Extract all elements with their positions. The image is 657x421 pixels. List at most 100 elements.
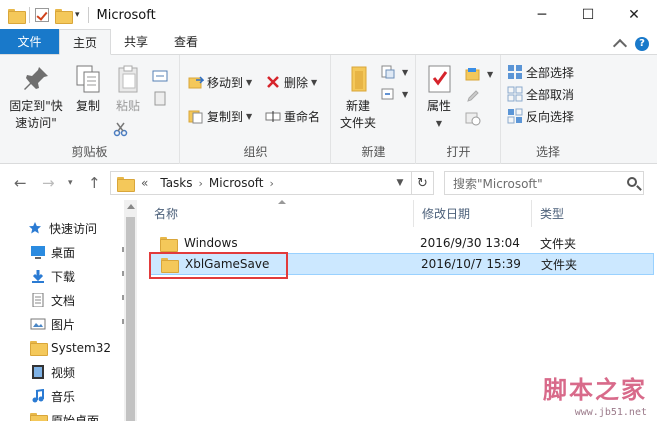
select-all-icon [507, 64, 523, 80]
new-item-icon [380, 64, 396, 80]
highlight-box [149, 252, 288, 279]
maximize-button[interactable]: ☐ [565, 0, 611, 30]
scissors-icon [113, 121, 129, 137]
delete-button[interactable]: 删除 ▼ [265, 71, 317, 93]
nav-item-label: 桌面 [51, 245, 76, 260]
properties-icon[interactable] [35, 8, 49, 22]
new-folder-icon [342, 63, 374, 95]
scroll-thumb[interactable] [126, 217, 135, 421]
nav-item-desktop[interactable]: 桌面 [30, 240, 128, 264]
column-type[interactable]: 类型 [532, 200, 657, 227]
nav-item-music[interactable]: 音乐 [30, 384, 128, 408]
search-input[interactable]: 搜索"Microsoft" [444, 171, 644, 195]
window-title: Microsoft [96, 7, 156, 23]
nav-quick-access[interactable]: 快速访问 [28, 216, 126, 240]
column-modified[interactable]: 修改日期 [414, 200, 532, 227]
nav-quick-access-label: 快速访问 [49, 221, 98, 236]
pin-to-quick-access-button[interactable]: 固定到"快 速访问" [8, 63, 64, 132]
nav-item-downloads[interactable]: 下载 [30, 264, 128, 288]
breadcrumb-overflow[interactable]: « [141, 176, 148, 190]
back-icon[interactable]: ← [14, 174, 27, 192]
cut-button[interactable] [113, 118, 132, 140]
breadcrumb-separator[interactable]: › [270, 177, 274, 190]
select-none-button[interactable]: 全部取消 [507, 83, 574, 105]
invert-selection-button[interactable]: 反向选择 [507, 105, 574, 127]
nav-item-videos[interactable]: 视频 [30, 360, 128, 384]
tab-home[interactable]: 主页 [59, 29, 112, 55]
picture-icon [30, 317, 46, 331]
ribbon-tabs: 文件 主页 共享 查看 ? [0, 29, 657, 55]
nav-item-pictures[interactable]: 图片 [30, 312, 128, 336]
open-group-label: 打开 [446, 145, 471, 159]
table-row[interactable]: Windows 2016/9/30 13:04 文件夹 [150, 232, 654, 254]
move-to-button[interactable]: 移动到 ▼ [188, 71, 252, 93]
pin-label-line1: 固定到"快 [9, 99, 63, 113]
breadcrumb-separator[interactable]: › [199, 177, 203, 190]
select-none-icon [507, 86, 523, 102]
watermark-url: www.jb51.net [574, 407, 647, 418]
close-button[interactable]: ✕ [611, 0, 657, 30]
title-bar: ▾ Microsoft ─ ☐ ✕ [0, 0, 657, 30]
navigation-pane: 快速访问 桌面 下载 文档 图片 System32 视频 音乐 原始桌面 [0, 200, 138, 421]
file-date: 2016/10/7 15:39 [421, 257, 521, 271]
select-all-button[interactable]: 全部选择 [507, 61, 574, 83]
copy-to-icon [188, 108, 204, 124]
nav-item-label: 下载 [51, 269, 76, 284]
minimize-button[interactable]: ─ [519, 0, 565, 30]
rename-icon [265, 108, 281, 124]
easy-access-button[interactable]: ▼ [380, 83, 408, 105]
new-folder-label-line1: 新建 [345, 99, 370, 113]
recent-locations-icon[interactable]: ▾ [68, 178, 73, 188]
paste-button[interactable]: 粘贴 [110, 63, 146, 115]
tab-view[interactable]: 查看 [161, 29, 211, 54]
search-placeholder: 搜索"Microsoft" [453, 176, 543, 191]
paste-shortcut-button[interactable] [152, 87, 171, 109]
properties-button[interactable]: 属性 ▼ [421, 63, 457, 132]
organize-group: 移动到 ▼ 删除 ▼ 复制到 ▼ 重命名 组织 [181, 55, 331, 164]
select-all-label: 全部选择 [526, 65, 575, 80]
folder-icon [117, 176, 135, 192]
copy-path-icon [152, 68, 168, 84]
search-icon[interactable] [627, 177, 637, 187]
edit-button[interactable] [465, 85, 484, 107]
help-icon[interactable]: ? [635, 36, 649, 51]
new-group-label: 新建 [361, 145, 386, 159]
nav-scrollbar[interactable] [124, 200, 137, 421]
up-icon[interactable]: ↑ [88, 174, 101, 192]
copy-path-button[interactable] [152, 65, 171, 87]
organize-group-label: 组织 [243, 145, 268, 159]
copy-to-button[interactable]: 复制到 ▼ [188, 105, 252, 127]
rename-label: 重命名 [284, 109, 321, 124]
paste-shortcut-icon [152, 90, 168, 106]
address-dropdown[interactable]: ▼ [389, 178, 411, 188]
customize-toolbar-dropdown[interactable]: ▾ [75, 10, 80, 20]
nav-item-system32[interactable]: System32 [30, 336, 128, 360]
rename-button[interactable]: 重命名 [265, 105, 320, 127]
file-date: 2016/9/30 13:04 [420, 236, 520, 250]
forward-icon[interactable]: → [42, 174, 55, 192]
address-bar[interactable]: « Tasks › Microsoft › ▼ ↻ [110, 171, 434, 195]
copy-to-label: 复制到 [207, 109, 244, 124]
nav-item-documents[interactable]: 文档 [30, 288, 128, 312]
breadcrumb-tasks[interactable]: Tasks [160, 176, 192, 190]
scroll-up-icon[interactable] [127, 204, 135, 209]
nav-item-label: 原始桌面 [51, 413, 100, 421]
open-button[interactable]: ▼ [465, 63, 493, 85]
clipboard-group-label: 剪贴板 [71, 145, 108, 159]
new-item-button[interactable]: ▼ [380, 61, 408, 83]
nav-item-label: 图片 [51, 317, 76, 332]
nav-item-original-desktop[interactable]: 原始桌面 [30, 408, 128, 421]
history-button[interactable] [465, 107, 484, 129]
collapse-ribbon-icon[interactable] [612, 38, 628, 54]
tab-share[interactable]: 共享 [111, 29, 161, 54]
nav-item-label: 音乐 [51, 389, 76, 404]
breadcrumb-microsoft[interactable]: Microsoft [209, 176, 264, 190]
new-group: 新建 文件夹 ▼ ▼ 新建 [332, 55, 416, 164]
refresh-icon[interactable]: ↻ [411, 172, 433, 194]
new-folder-icon[interactable] [55, 8, 73, 24]
tab-file[interactable]: 文件 [0, 29, 59, 54]
video-icon [30, 365, 46, 379]
new-folder-button[interactable]: 新建 文件夹 [338, 63, 378, 132]
column-name[interactable]: 名称 [146, 200, 414, 227]
copy-button[interactable]: 复制 [70, 63, 106, 115]
